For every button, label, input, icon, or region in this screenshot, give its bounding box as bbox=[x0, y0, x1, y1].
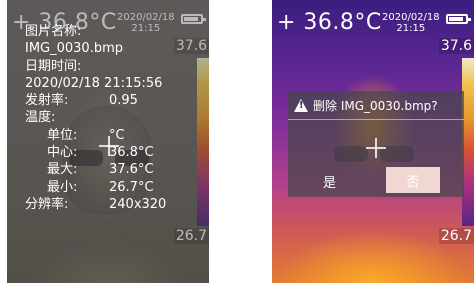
center-temperature-readout: + 36.8°C bbox=[277, 10, 382, 35]
scale-max-label: 37.6 bbox=[438, 38, 474, 54]
scale-min-label: 26.7 bbox=[438, 228, 474, 244]
info-filename: IMG_0030.bmp bbox=[25, 41, 124, 57]
info-row: 发射率: 0.95 bbox=[25, 92, 162, 109]
delete-confirm-screen: + 36.8°C 2020/02/18 21:15 37.6 26.7 删除 I… bbox=[272, 0, 474, 283]
info-label: 最小: bbox=[47, 179, 78, 195]
info-row: 中心: 36.8°C bbox=[25, 144, 162, 161]
info-row: 温度: bbox=[25, 109, 162, 126]
crosshair-icon bbox=[366, 138, 386, 158]
image-info-screen: + 36.8°C 2020/02/18 21:15 37.6 26.7 图片名称… bbox=[7, 0, 209, 283]
no-button[interactable]: 否 bbox=[386, 167, 440, 193]
delete-dialog: 删除 IMG_0030.bmp? 是 否 bbox=[288, 91, 464, 197]
info-label: 图片名称: bbox=[25, 24, 82, 39]
status-datetime: 2020/02/18 21:15 bbox=[382, 12, 440, 34]
info-value: 37.6°C bbox=[109, 162, 154, 178]
info-row: 日期时间: bbox=[25, 58, 162, 75]
info-value: 36.8°C bbox=[109, 145, 154, 161]
status-date: 2020/02/18 bbox=[382, 12, 440, 23]
info-row: 最大: 37.6°C bbox=[25, 161, 162, 178]
info-label: 中心: bbox=[47, 145, 78, 161]
info-label: 单位: bbox=[47, 127, 78, 143]
info-datetime: 2020/02/18 21:15:56 bbox=[25, 75, 163, 91]
warning-icon bbox=[294, 99, 308, 112]
info-row: IMG_0030.bmp bbox=[25, 40, 162, 57]
battery-icon bbox=[446, 14, 471, 24]
dialog-title: 删除 IMG_0030.bmp? bbox=[313, 99, 438, 113]
info-row: 单位: °C bbox=[25, 127, 162, 144]
info-label: 温度: bbox=[25, 110, 56, 126]
status-time: 21:15 bbox=[396, 23, 426, 34]
info-value: 26.7°C bbox=[109, 179, 154, 195]
dialog-divider bbox=[288, 119, 464, 120]
image-info-list: 图片名称: IMG_0030.bmp 日期时间: 2020/02/18 21:1… bbox=[25, 23, 166, 213]
yes-button[interactable]: 是 bbox=[323, 172, 336, 191]
info-value: °C bbox=[109, 127, 125, 143]
dialog-header: 删除 IMG_0030.bmp? bbox=[294, 97, 438, 114]
info-label: 日期时间: bbox=[25, 58, 82, 74]
info-value: 0.95 bbox=[109, 93, 138, 109]
info-row: 2020/02/18 21:15:56 bbox=[25, 75, 162, 92]
info-row: 最小: 26.7°C bbox=[25, 179, 162, 196]
info-row: 图片名称: bbox=[25, 23, 162, 40]
info-row: 分辨率: 240x320 bbox=[25, 196, 166, 213]
info-label: 发射率: bbox=[25, 93, 69, 109]
info-value: 240x320 bbox=[109, 196, 167, 212]
info-label: 分辨率: bbox=[25, 196, 69, 212]
info-label: 最大: bbox=[47, 162, 78, 178]
